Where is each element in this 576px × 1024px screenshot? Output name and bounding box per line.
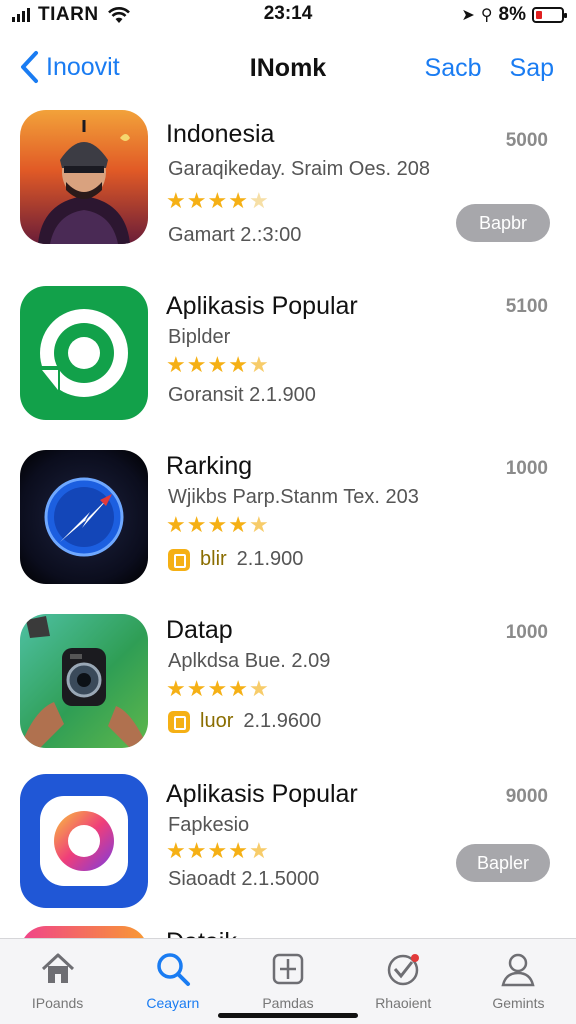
meta-tag: luor xyxy=(200,710,234,732)
profile-icon xyxy=(501,953,536,987)
star-icon: ★ xyxy=(248,676,269,701)
tab-profile[interactable]: Gemints xyxy=(461,939,576,1024)
ninja-character-icon[interactable] xyxy=(20,110,148,244)
meta-tag: blir xyxy=(200,548,227,570)
get-button[interactable]: Bapler xyxy=(456,844,550,882)
tab-label: Gemints xyxy=(492,995,545,1011)
app-count: 5000 xyxy=(505,130,548,151)
star-icon: ★ xyxy=(228,676,248,701)
badge-icon xyxy=(168,548,190,571)
app-count: 5100 xyxy=(505,296,548,317)
rating-stars: ★ ★ ★ ★ ★ xyxy=(166,354,269,376)
star-icon: ★ xyxy=(166,838,186,863)
apps-icon xyxy=(272,953,304,985)
tab-home[interactable]: IPoands xyxy=(0,939,115,1024)
meta-value: 2.1.900 xyxy=(236,548,304,570)
star-icon: ★ xyxy=(186,188,207,213)
rating-stars: ★ ★ ★ ★ ★ xyxy=(166,840,269,862)
rating-stars: ★ ★ ★ ★ ★ xyxy=(166,190,269,212)
star-icon: ★ xyxy=(207,352,228,377)
star-icon: ★ xyxy=(186,512,207,537)
list-item[interactable]: Dataik xyxy=(0,926,576,938)
tab-updates[interactable]: Rhaoient xyxy=(346,939,461,1024)
app-count: 1000 xyxy=(505,622,548,643)
star-icon: ★ xyxy=(186,838,207,863)
tab-apps[interactable]: Pamdas xyxy=(230,939,345,1024)
star-icon: ★ xyxy=(228,512,248,537)
app-meta: Goransit 2.1.900 xyxy=(168,384,316,406)
star-icon: ★ xyxy=(228,352,248,377)
star-icon: ★ xyxy=(207,188,228,213)
app-name: Aplikasis Popular xyxy=(166,780,358,808)
list-item[interactable]: Aplikasis Popular Biplder ★ ★ ★ ★ ★ Goransit… xyxy=(0,286,576,436)
app-name: Datap xyxy=(166,616,233,644)
green-target-icon[interactable] xyxy=(20,286,148,420)
badge-icon xyxy=(168,710,190,733)
list-item[interactable]: Indonesia Garaqikeday. Sraim Oes. 208 ★ ★… xyxy=(0,110,576,260)
home-icon xyxy=(41,953,74,983)
app-name: Aplikasis Popular xyxy=(166,292,358,320)
app-subtitle: Aplkdsa Bue. 2.09 xyxy=(168,650,331,672)
star-icon: ★ xyxy=(207,676,228,701)
app-count: 1000 xyxy=(505,458,548,479)
star-icon: ★ xyxy=(166,512,186,537)
updates-icon xyxy=(387,954,420,986)
app-subtitle: Biplder xyxy=(168,326,231,348)
app-meta: Siaoadt 2.1.5000 xyxy=(168,868,320,890)
star-icon: ★ xyxy=(207,512,228,537)
star-icon: ★ xyxy=(248,188,269,213)
home-indicator[interactable] xyxy=(218,1013,358,1018)
status-right: ➤ ⚲ 8% xyxy=(461,4,567,26)
tab-search[interactable]: Ceayarn xyxy=(115,939,230,1024)
list-item[interactable]: Aplikasis Popular Fapkesio ★ ★ ★ ★ ★ Siaoadt… xyxy=(0,774,576,924)
app-name: Indonesia xyxy=(166,120,275,148)
star-icon: ★ xyxy=(166,188,186,213)
tab-bar: IPoands Ceayarn Pamdas Rhaoient Gemints xyxy=(0,938,576,1024)
star-icon: ★ xyxy=(166,676,186,701)
tab-label: IPoands xyxy=(31,995,84,1011)
app-meta: blir 2.1.900 xyxy=(168,548,303,571)
alarm-icon: ⚲ xyxy=(480,7,493,24)
camera-lens-icon[interactable] xyxy=(20,774,148,908)
tab-label: Ceayarn xyxy=(146,995,200,1011)
star-icon: ★ xyxy=(207,838,228,863)
app-count: 9000 xyxy=(505,786,548,807)
app-subtitle: Fapkesio xyxy=(168,814,250,836)
star-icon: ★ xyxy=(186,676,207,701)
app-subtitle: Wjikbs Parp.Stanm Tex. 203 xyxy=(168,486,419,508)
location-icon: ➤ xyxy=(461,7,475,24)
tab-label: Pamdas xyxy=(262,995,314,1011)
star-icon: ★ xyxy=(248,352,269,377)
nav-actions: Sacb Sap xyxy=(425,54,554,83)
camera-icon[interactable] xyxy=(20,614,148,748)
star-icon: ★ xyxy=(248,512,269,537)
battery-icon xyxy=(532,7,567,23)
star-icon: ★ xyxy=(166,352,186,377)
tab-label: Rhaoient xyxy=(375,995,432,1011)
star-icon: ★ xyxy=(248,838,269,863)
meta-value: 2.1.9600 xyxy=(243,710,322,732)
gradient-app-icon[interactable] xyxy=(20,926,148,938)
app-meta: luor 2.1.9600 xyxy=(168,710,321,733)
status-bar: TIARN 23:14 ➤ ⚲ 8% xyxy=(0,0,576,30)
star-icon: ★ xyxy=(186,352,207,377)
rating-stars: ★ ★ ★ ★ ★ xyxy=(166,678,269,700)
rating-stars: ★ ★ ★ ★ ★ xyxy=(166,514,269,536)
nav-action-1-button[interactable]: Sacb xyxy=(425,54,482,83)
battery-percent: 8% xyxy=(498,4,526,25)
app-name: Dataik xyxy=(166,928,237,938)
star-icon: ★ xyxy=(228,838,248,863)
app-meta: Gamart 2.:3:00 xyxy=(168,224,302,246)
app-subtitle: Garaqikeday. Sraim Oes. 208 xyxy=(168,158,430,180)
app-name: Rarking xyxy=(166,452,253,480)
get-button[interactable]: Bapbr xyxy=(456,204,550,242)
search-icon xyxy=(157,953,190,986)
list-item[interactable]: Datap Aplkdsa Bue. 2.09 ★ ★ ★ ★ ★ luor 2.1.9… xyxy=(0,614,576,764)
compass-icon[interactable] xyxy=(20,450,148,584)
star-icon: ★ xyxy=(228,188,248,213)
navigation-bar: Inoovit INomk Sacb Sap xyxy=(0,40,576,96)
nav-action-2-button[interactable]: Sap xyxy=(510,54,554,83)
list-item[interactable]: Rarking Wjikbs Parp.Stanm Tex. 203 ★ ★ ★ ★ ★… xyxy=(0,450,576,600)
